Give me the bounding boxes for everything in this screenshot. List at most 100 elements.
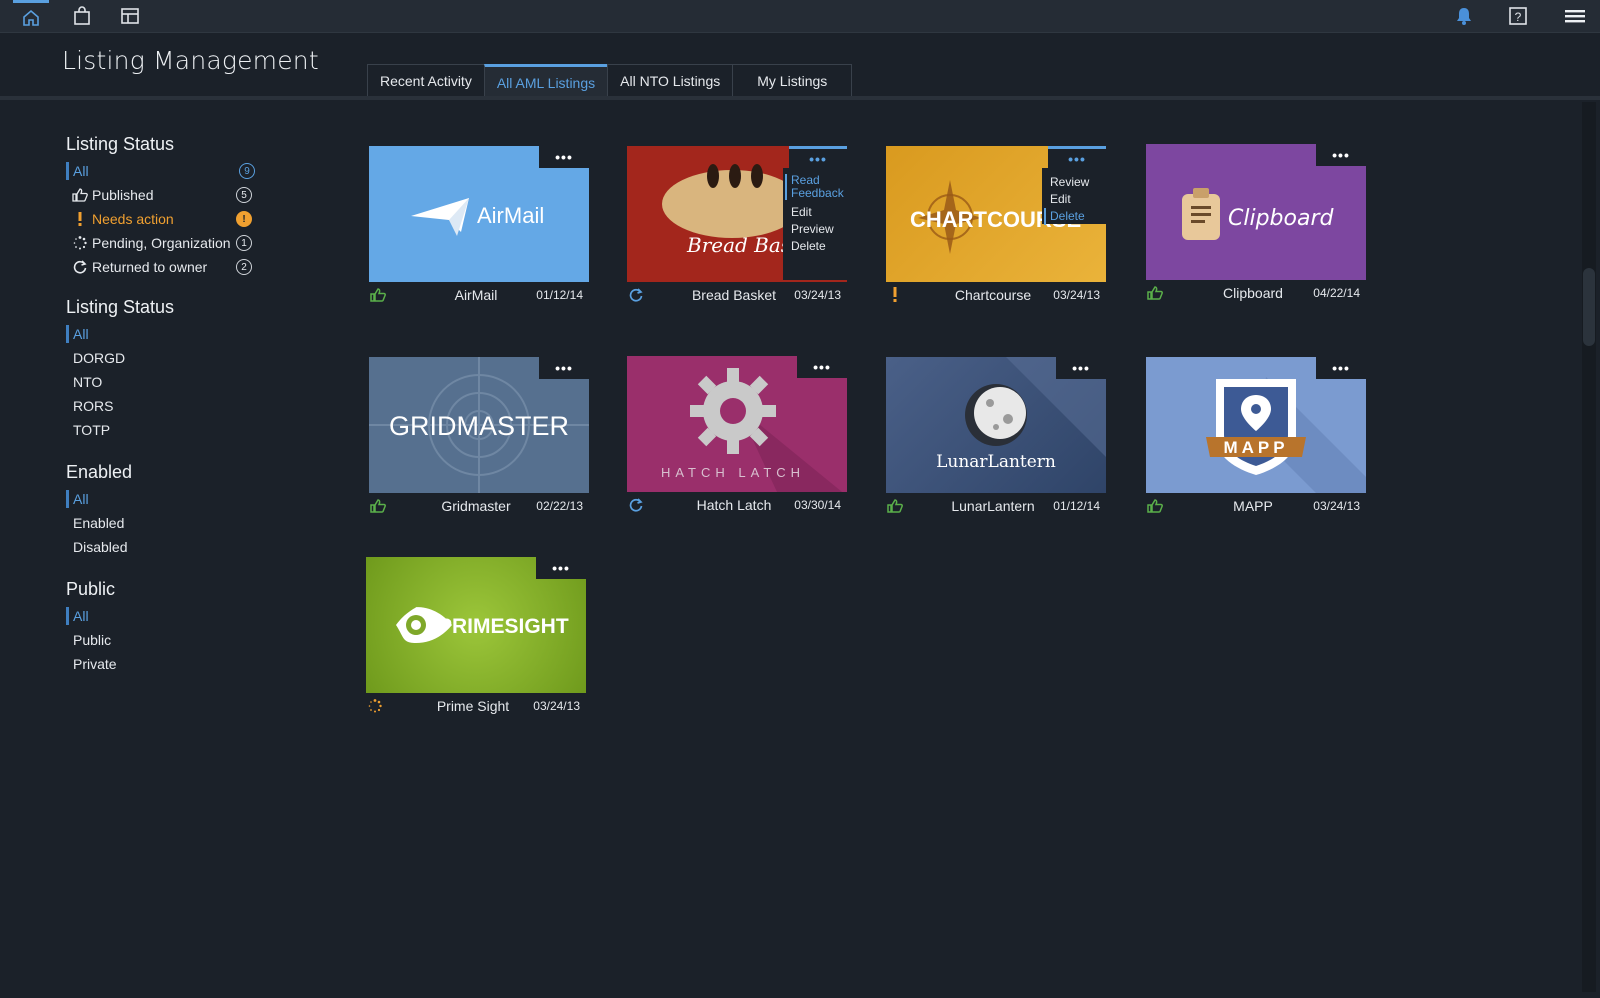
enabled-filter-all[interactable]: All	[66, 490, 266, 508]
listing-name[interactable]: Bread Basket	[667, 287, 801, 303]
listing-thumbnail[interactable]: Clipboard •••	[1146, 144, 1366, 280]
listing-name[interactable]: Chartcourse	[926, 287, 1060, 303]
pending-spinner-icon	[366, 697, 384, 715]
listing-date: 03/24/13	[1313, 499, 1360, 513]
thumbs-up-icon	[1146, 497, 1164, 515]
more-options-button[interactable]: •••	[539, 357, 589, 379]
listing-date: 03/30/14	[794, 498, 841, 512]
enabled-filter-disabled[interactable]: Disabled	[66, 535, 266, 559]
menu-preview[interactable]: Preview	[791, 221, 839, 238]
listing-thumbnail[interactable]: GRIDMASTER •••	[369, 357, 589, 493]
listing-date: 03/24/13	[1053, 288, 1100, 302]
listing-name[interactable]: Hatch Latch	[667, 497, 801, 513]
org-filter-dorgd[interactable]: DORGD	[66, 346, 266, 370]
scrollbar-track[interactable]	[1582, 102, 1596, 992]
help-icon[interactable]: ?	[1500, 0, 1536, 32]
menu-read-feedback[interactable]: Read Feedback	[785, 174, 844, 200]
listing-card-lunarlantern[interactable]: LunarLantern ••• LunarLantern 01/12/14	[886, 357, 1106, 517]
scrollbar-thumb[interactable]	[1583, 268, 1595, 346]
org-filter-totp[interactable]: TOTP	[66, 418, 266, 442]
bag-icon[interactable]	[64, 0, 100, 32]
listing-date: 03/24/13	[533, 699, 580, 713]
more-options-button[interactable]: •••	[1316, 357, 1366, 379]
listing-date: 01/12/14	[1053, 499, 1100, 513]
refresh-icon	[627, 496, 645, 514]
status-filter-pending[interactable]: Pending, Organization 1	[66, 231, 266, 255]
listing-date: 02/22/13	[536, 499, 583, 513]
listing-card-prime-sight[interactable]: PRIMESIGHT ••• Prime Sight 03/24/13	[366, 557, 586, 717]
listing-tabs: Recent Activity All AML Listings All NTO…	[367, 64, 853, 98]
thumbs-up-icon	[1146, 284, 1164, 302]
listing-card-gridmaster[interactable]: GRIDMASTER ••• Gridmaster 02/22/13	[369, 357, 589, 517]
listing-card-bread-basket[interactable]: Bread Basket ••• Read Feedback Edit Prev…	[627, 146, 847, 306]
menu-delete[interactable]: Delete	[791, 238, 839, 255]
listing-card-hatch-latch[interactable]: HATCH LATCH ••• Hatch Latch 03/30/14	[627, 356, 847, 516]
more-options-button[interactable]: •••	[536, 557, 586, 579]
listing-thumbnail[interactable]: AirMail •••	[369, 146, 589, 282]
header-divider	[0, 96, 1600, 100]
listing-card-clipboard[interactable]: Clipboard ••• Clipboard 04/22/14	[1146, 144, 1366, 304]
thumbs-up-icon	[369, 497, 387, 515]
logo-text: GRIDMASTER	[389, 411, 569, 441]
home-icon[interactable]	[13, 0, 49, 32]
count-badge: 5	[236, 187, 252, 203]
menu-delete[interactable]: Delete	[1044, 208, 1098, 225]
more-options-button[interactable]: •••	[1316, 144, 1366, 166]
enabled-filter-enabled[interactable]: Enabled	[66, 511, 266, 535]
listing-thumbnail[interactable]: MAPP •••	[1146, 357, 1366, 493]
status-filter-published[interactable]: Published 5	[66, 183, 266, 207]
menu-icon[interactable]	[1557, 0, 1593, 32]
listing-date: 03/24/13	[794, 288, 841, 302]
listing-name[interactable]: Prime Sight	[406, 698, 540, 714]
public-filter-private[interactable]: Private	[66, 652, 266, 676]
listing-name[interactable]: LunarLantern	[926, 498, 1060, 514]
menu-review[interactable]: Review	[1050, 174, 1098, 191]
listing-name[interactable]: MAPP	[1186, 498, 1320, 514]
public-filter-all[interactable]: All	[66, 607, 266, 625]
listing-thumbnail[interactable]: CHARTCOURSE ••• Review Edit Delete	[886, 146, 1106, 282]
org-filter-nto[interactable]: NTO	[66, 370, 266, 394]
card-context-menu: Review Edit Delete	[1042, 168, 1106, 225]
count-badge: 9	[239, 163, 255, 179]
status-filter-all[interactable]: All 9	[66, 162, 266, 180]
tab-all-aml-listings[interactable]: All AML Listings	[483, 64, 609, 98]
tab-all-nto-listings[interactable]: All NTO Listings	[607, 64, 734, 96]
more-options-button[interactable]: •••	[1048, 146, 1106, 168]
org-filter-all[interactable]: All	[66, 325, 266, 343]
listing-thumbnail[interactable]: Bread Basket ••• Read Feedback Edit Prev…	[627, 146, 847, 282]
status-filter-title: Listing Status	[66, 134, 175, 154]
tab-recent-activity[interactable]: Recent Activity	[367, 64, 485, 96]
status-filter-returned[interactable]: Returned to owner 2	[66, 255, 266, 279]
refresh-icon	[627, 286, 645, 304]
logo-text: LunarLantern	[936, 452, 1056, 472]
thumbs-up-icon	[369, 286, 387, 304]
listing-thumbnail[interactable]: LunarLantern •••	[886, 357, 1106, 493]
page-title: Listing Management	[62, 46, 319, 75]
menu-edit[interactable]: Edit	[791, 204, 839, 221]
filter-label: Returned to owner	[92, 259, 208, 275]
more-options-button[interactable]: •••	[539, 146, 589, 168]
menu-edit[interactable]: Edit	[1050, 191, 1098, 208]
listing-name[interactable]: Clipboard	[1186, 285, 1320, 301]
exclamation-icon	[886, 286, 904, 304]
bell-icon[interactable]	[1446, 0, 1482, 32]
listing-card-chartcourse[interactable]: CHARTCOURSE ••• Review Edit Delete Chart…	[886, 146, 1106, 306]
svg-text:?: ?	[1515, 10, 1522, 24]
listing-name[interactable]: Gridmaster	[409, 498, 543, 514]
filter-label: Pending, Organization	[92, 235, 231, 251]
listing-name[interactable]: AirMail	[409, 287, 543, 303]
layout-icon[interactable]	[112, 0, 148, 32]
listing-card-airmail[interactable]: AirMail ••• AirMail 01/12/14	[369, 146, 589, 306]
tab-my-listings[interactable]: My Listings	[732, 64, 853, 96]
listing-card-mapp[interactable]: MAPP ••• MAPP 03/24/13	[1146, 357, 1366, 517]
more-options-button[interactable]: •••	[797, 356, 847, 378]
exclamation-icon	[70, 212, 90, 226]
listing-thumbnail[interactable]: HATCH LATCH •••	[627, 356, 847, 492]
listing-thumbnail[interactable]: PRIMESIGHT •••	[366, 557, 586, 693]
org-filter-rors[interactable]: RORS	[66, 394, 266, 418]
filter-label: All	[73, 163, 89, 179]
more-options-button[interactable]: •••	[789, 146, 847, 168]
status-filter-needs-action[interactable]: Needs action !	[66, 207, 266, 231]
public-filter-public[interactable]: Public	[66, 628, 266, 652]
more-options-button[interactable]: •••	[1056, 357, 1106, 379]
